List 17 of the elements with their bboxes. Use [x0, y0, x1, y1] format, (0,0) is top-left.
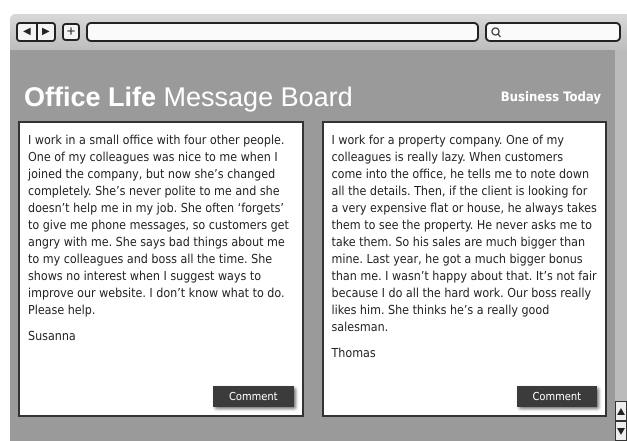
back-button[interactable]: ◀	[18, 24, 36, 40]
message-text: I work for a property company. One of my colleagues is really lazy. When customers come into the office, he tells me to note down all the details. Then, if the client is looking for a very expensive flat or house, he always takes them to see the property. He never asks me to take them. So his sales are much bigger than mine. Last year, he got a much bigger bonus than me. I wasn’t happy about that. It’s not fair because I do all the hard work. Our boss really likes him. She thinks he’s a really good salesman.	[332, 131, 597, 335]
author-name: Susanna	[28, 328, 77, 343]
forward-button[interactable]: ▶	[36, 24, 54, 40]
address-field[interactable]	[86, 22, 479, 42]
down-arrow-icon	[617, 428, 625, 434]
scrollbar[interactable]	[615, 50, 627, 441]
site-name: Business Today	[500, 90, 601, 105]
comment-button[interactable]: Comment	[213, 386, 294, 407]
new-tab-button[interactable]: +	[62, 23, 80, 41]
author-name: Thomas	[332, 345, 377, 360]
search-icon	[491, 26, 501, 38]
search-field[interactable]	[485, 22, 621, 42]
message-text: I work in a small office with four other people. One of my colleagues was nice to me when I joined the company, but now she’s changed completely. She’s never polite to me and she doesn’t help me in my job. She often ‘forgets’ to give me phone messages, so customers get angry with me. She says bad things about me to my colleagues and boss all the time. She shows no interest when I suggest ways to improve our website. I don’t know what to do. Please help.	[28, 131, 290, 318]
comment-button[interactable]: Comment	[516, 386, 597, 407]
page-title: Office Life Message Board	[24, 82, 353, 113]
up-arrow-icon	[617, 408, 625, 414]
